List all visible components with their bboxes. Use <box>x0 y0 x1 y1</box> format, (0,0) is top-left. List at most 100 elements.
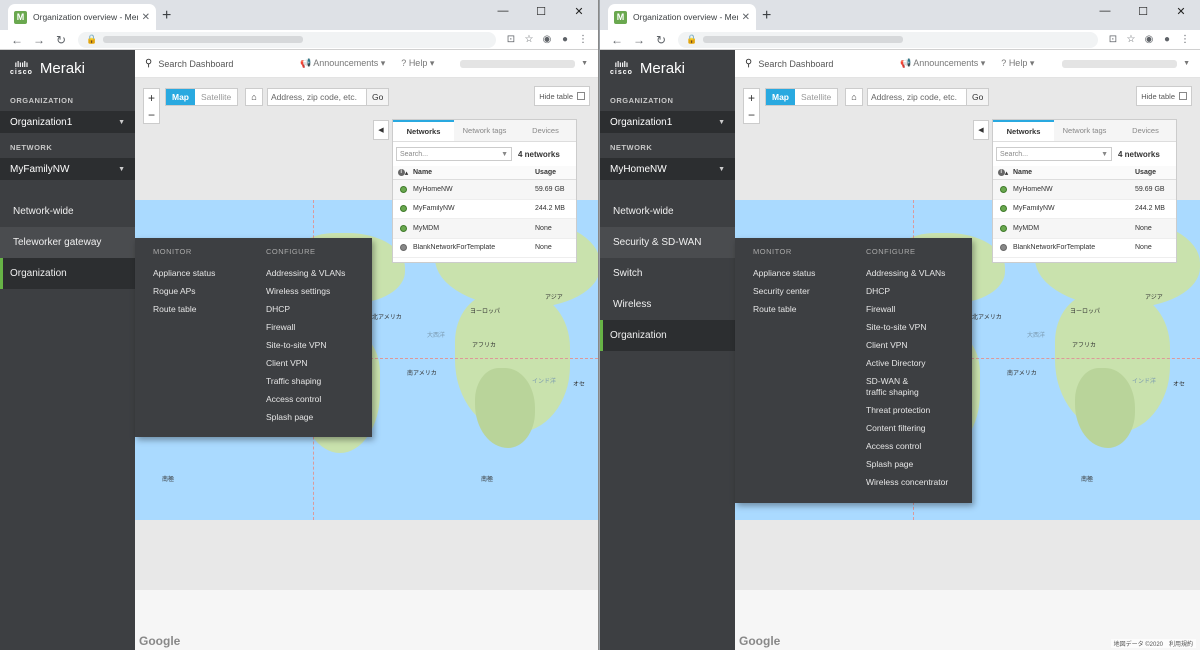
network-name-link[interactable]: BlankNetworkForTemplate <box>413 244 535 251</box>
configure-item[interactable]: Site-to-site VPN <box>866 322 948 333</box>
configure-item[interactable]: DHCP <box>866 286 948 297</box>
sidebar-item-switch[interactable]: Switch <box>600 258 735 289</box>
collapse-panel-button[interactable]: ◀ <box>373 120 389 140</box>
organization-select[interactable]: Organization1 ▼ <box>0 111 135 133</box>
zoom-in-button[interactable]: + <box>144 89 159 106</box>
profile-icon[interactable]: ● <box>1158 34 1176 45</box>
collapse-panel-button[interactable]: ◀ <box>973 120 989 140</box>
satellite-button[interactable]: Satellite <box>195 89 237 105</box>
configure-item[interactable]: Firewall <box>866 304 948 315</box>
hide-table-checkbox[interactable] <box>577 92 585 100</box>
sidebar-item-organization[interactable]: Organization <box>0 258 135 289</box>
tab-network-tags[interactable]: Network tags <box>454 120 515 141</box>
name-column-header[interactable]: Name <box>1013 169 1135 176</box>
bookmark-star-icon[interactable]: ☆ <box>1122 34 1140 45</box>
table-row[interactable]: MyHomeNW 59.69 GB <box>393 180 576 200</box>
hide-table-checkbox[interactable] <box>1179 92 1187 100</box>
extension-icon[interactable]: ◉ <box>538 34 556 45</box>
configure-item[interactable]: Threat protection <box>866 405 948 416</box>
network-name-link[interactable]: MyFamilyNW <box>413 205 535 212</box>
configure-item[interactable]: Addressing & VLANs <box>866 268 948 279</box>
status-column-header[interactable]: i ▴ <box>993 168 1013 177</box>
sidebar-item-organization[interactable]: Organization <box>600 320 735 351</box>
configure-item[interactable]: Splash page <box>866 459 948 470</box>
sidebar-item-security-sd-wan[interactable]: Security & SD-WAN <box>600 227 735 258</box>
table-row[interactable]: MyMDM None <box>393 219 576 239</box>
tab-networks[interactable]: Networks <box>393 120 454 141</box>
tab-close-icon[interactable]: ✕ <box>742 12 750 23</box>
satellite-button[interactable]: Satellite <box>795 89 837 105</box>
network-search-input[interactable]: Search... ▼ <box>396 147 512 161</box>
maximize-button[interactable]: ☐ <box>522 0 560 22</box>
browser-tab[interactable]: M Organization overview - Meraki D ✕ <box>608 4 756 30</box>
table-row[interactable]: BlankNetworkForTemplate None <box>993 239 1176 258</box>
table-row[interactable]: MyFamilyNW 244.2 MB <box>393 200 576 219</box>
home-icon[interactable]: ⌂ <box>845 88 863 106</box>
close-window-button[interactable]: ✕ <box>1162 0 1200 22</box>
reload-icon[interactable]: ↻ <box>650 33 672 47</box>
network-search-input[interactable]: Search... ▼ <box>996 147 1112 161</box>
sidebar-item-network-wide[interactable]: Network-wide <box>600 196 735 227</box>
map-button[interactable]: Map <box>766 89 795 105</box>
minimize-button[interactable]: — <box>484 0 522 22</box>
hide-table-toggle[interactable]: Hide table <box>534 86 590 106</box>
organization-select[interactable]: Organization1 ▼ <box>600 111 735 133</box>
monitor-item[interactable]: Appliance status <box>153 268 215 279</box>
chrome-menu-icon[interactable]: ⋮ <box>574 34 592 45</box>
profile-icon[interactable]: ● <box>556 34 574 45</box>
network-select[interactable]: MyHomeNW ▼ <box>600 158 735 180</box>
tab-close-icon[interactable]: ✕ <box>142 12 150 23</box>
bookmark-star-icon[interactable]: ☆ <box>520 34 538 45</box>
monitor-item[interactable]: Appliance status <box>753 268 815 279</box>
configure-item[interactable]: Wireless concentrator <box>866 477 948 488</box>
monitor-item[interactable]: Rogue APs <box>153 286 215 297</box>
configure-item[interactable]: Traffic shaping <box>266 376 345 387</box>
zoom-in-button[interactable]: + <box>744 89 759 106</box>
meraki-logo[interactable]: ılıılı cisco Meraki <box>600 50 735 86</box>
network-select[interactable]: MyFamilyNW ▼ <box>0 158 135 180</box>
configure-item[interactable]: Splash page <box>266 412 345 423</box>
usage-column-header[interactable]: Usage <box>1135 169 1176 176</box>
table-row[interactable]: MyHomeNW 59.69 GB <box>993 180 1176 200</box>
account-menu-redacted[interactable] <box>1062 59 1178 68</box>
translate-icon[interactable]: ⊡ <box>502 34 520 45</box>
search-dashboard[interactable]: ⚲ Search Dashboard <box>145 58 300 69</box>
zoom-out-button[interactable]: − <box>744 106 759 123</box>
network-name-link[interactable]: MyHomeNW <box>413 186 535 193</box>
network-name-link[interactable]: MyHomeNW <box>1013 186 1135 193</box>
configure-item[interactable]: Content filtering <box>866 423 948 434</box>
help-menu[interactable]: ? Help ▾ <box>401 58 434 69</box>
network-name-link[interactable]: MyFamilyNW <box>1013 205 1135 212</box>
table-row[interactable]: BlankNetworkForTemplate None <box>393 239 576 258</box>
map-copyright[interactable]: 地図データ ©2020 利用規約 <box>1110 639 1196 648</box>
monitor-item[interactable]: Security center <box>753 286 815 297</box>
tab-devices[interactable]: Devices <box>515 120 576 141</box>
table-row[interactable]: MyMDM None <box>993 219 1176 239</box>
configure-item[interactable]: Access control <box>266 394 345 405</box>
url-input[interactable]: 🔒 <box>678 31 1098 48</box>
maximize-button[interactable]: ☐ <box>1124 0 1162 22</box>
address-input[interactable]: Address, zip code, etc. <box>867 88 967 106</box>
configure-item[interactable]: Wireless settings <box>266 286 345 297</box>
go-button[interactable]: Go <box>967 88 990 106</box>
configure-item[interactable]: DHCP <box>266 304 345 315</box>
announcements-menu[interactable]: 📢 Announcements ▾ <box>900 58 985 69</box>
configure-item[interactable]: Addressing & VLANs <box>266 268 345 279</box>
usage-column-header[interactable]: Usage <box>535 169 576 176</box>
configure-item[interactable]: Active Directory <box>866 358 948 369</box>
account-menu-redacted[interactable] <box>460 59 576 68</box>
sidebar-item-network-wide[interactable]: Network-wide <box>0 196 135 227</box>
configure-item[interactable]: Access control <box>866 441 948 452</box>
go-button[interactable]: Go <box>367 88 390 106</box>
network-name-link[interactable]: MyMDM <box>413 225 535 232</box>
announcements-menu[interactable]: 📢 Announcements ▾ <box>300 58 385 69</box>
reload-icon[interactable]: ↻ <box>50 33 72 47</box>
new-tab-button[interactable]: + <box>762 7 771 25</box>
back-arrow-icon[interactable]: ← <box>606 33 628 47</box>
home-icon[interactable]: ⌂ <box>245 88 263 106</box>
monitor-item[interactable]: Route table <box>753 304 815 315</box>
tab-devices[interactable]: Devices <box>1115 120 1176 141</box>
map-button[interactable]: Map <box>166 89 195 105</box>
search-dashboard[interactable]: ⚲ Search Dashboard <box>745 58 900 69</box>
configure-item[interactable]: Client VPN <box>266 358 345 369</box>
